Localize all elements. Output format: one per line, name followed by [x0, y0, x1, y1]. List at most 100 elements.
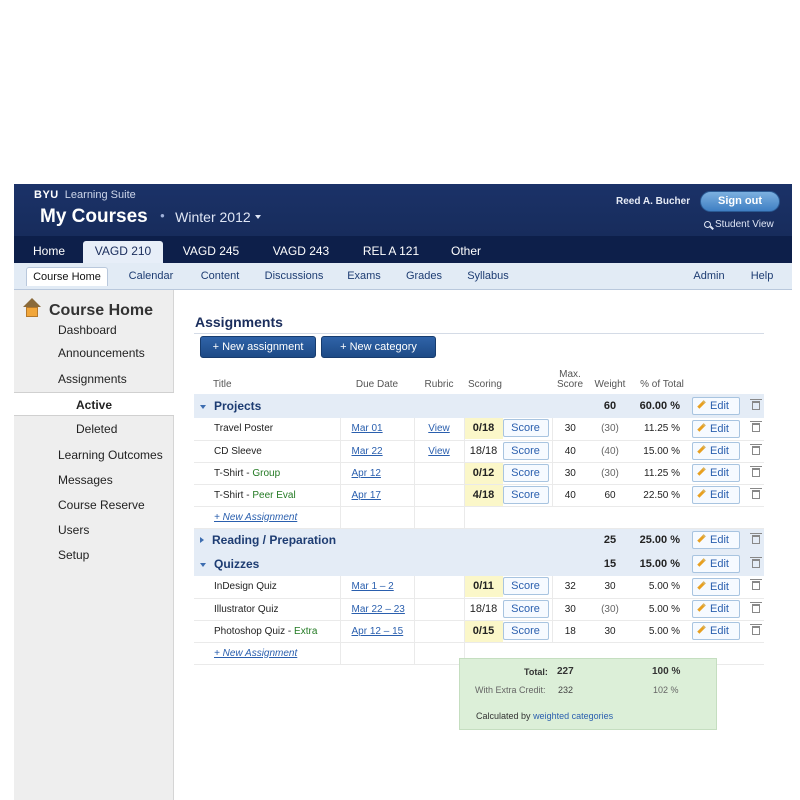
sign-out-button[interactable]: Sign out — [700, 191, 780, 212]
score-button[interactable]: Score — [502, 577, 549, 596]
due-date-link[interactable]: Mar 22 – 23 — [352, 604, 405, 615]
edit-button[interactable]: Edit — [692, 397, 740, 415]
col-rubric: Rubric — [424, 379, 454, 390]
assignment-name: Travel Poster — [214, 423, 274, 435]
category-weight: 25 — [588, 528, 632, 552]
score-button[interactable]: Score — [502, 441, 549, 460]
due-date-link[interactable]: Mar 01 — [352, 423, 383, 434]
assignment-row: T-Shirt - Group Apr 12 0/12 Score 30 (30) 11.2… — [194, 462, 764, 485]
due-date-link[interactable]: Mar 22 — [352, 446, 383, 457]
assignment-title: T-Shirt - Peer Eval — [194, 484, 340, 507]
new-category-button[interactable]: + New category — [321, 336, 436, 358]
due-date-link[interactable]: Mar 1 – 2 — [352, 581, 394, 592]
sidebar-item-deleted[interactable]: Deleted — [14, 417, 174, 441]
due-date-link[interactable]: Apr 17 — [352, 490, 381, 501]
student-view-link[interactable]: Student View — [704, 219, 774, 230]
new-assignment-button[interactable]: + New assignment — [200, 336, 316, 358]
category-percent: 60.00 % — [632, 394, 692, 418]
edit-button[interactable]: Edit — [692, 442, 740, 460]
subnav-help[interactable]: Help — [742, 267, 782, 286]
tab-vagd-243[interactable]: VAGD 243 — [261, 241, 341, 263]
trash-icon[interactable] — [750, 465, 762, 477]
sidebar-item-messages[interactable]: Messages — [58, 473, 113, 487]
due-date-link[interactable]: Apr 12 — [352, 468, 381, 479]
caret-down-icon[interactable] — [200, 563, 206, 567]
subnav-course-home[interactable]: Course Home — [26, 267, 108, 286]
sidebar-item-setup[interactable]: Setup — [58, 548, 89, 562]
score-value: 18/18 — [469, 444, 498, 457]
category-percent: 15.00 % — [632, 552, 692, 576]
max-score: 32 — [551, 576, 588, 599]
subnav-calendar[interactable]: Calendar — [118, 267, 184, 286]
subnav-syllabus[interactable]: Syllabus — [460, 267, 516, 286]
weighted-categories-link[interactable]: weighted categories — [533, 711, 613, 721]
sidebar-item-active[interactable]: Active — [14, 392, 174, 416]
score-button[interactable]: Score — [502, 621, 549, 640]
calculation-note: Calculated by weighted categories — [476, 711, 613, 721]
brand-logo: BYU — [34, 189, 59, 201]
category-row[interactable]: Reading / Preparation 25 25.00 % Edit — [194, 528, 764, 552]
score-button[interactable]: Score — [502, 599, 549, 618]
sidebar-item-dashboard[interactable]: Dashboard — [58, 323, 117, 337]
score-button[interactable]: Score — [502, 485, 549, 504]
subnav-exams[interactable]: Exams — [340, 267, 388, 286]
edit-button[interactable]: Edit — [692, 486, 740, 504]
trash-icon[interactable] — [750, 601, 762, 613]
score-value: 0/15 — [464, 620, 503, 642]
tab-rel-a-121[interactable]: REL A 121 — [351, 241, 431, 263]
edit-button[interactable]: Edit — [692, 531, 740, 550]
edit-label: Edit — [710, 445, 729, 457]
sidebar-item-learning-outcomes[interactable]: Learning Outcomes — [58, 448, 163, 462]
rubric-view-link[interactable]: View — [428, 423, 450, 434]
category-row[interactable]: Quizzes 15 15.00 % Edit — [194, 552, 764, 576]
tab-other[interactable]: Other — [436, 241, 496, 263]
trash-icon[interactable] — [750, 487, 762, 499]
title-separator: • — [160, 208, 165, 223]
sidebar-item-announcements[interactable]: Announcements — [58, 346, 145, 360]
trash-icon[interactable] — [750, 623, 762, 635]
subnav-content[interactable]: Content — [191, 267, 249, 286]
due-date-link[interactable]: Apr 12 – 15 — [352, 626, 404, 637]
score-value: 0/12 — [464, 462, 503, 484]
assignment-weight: 60 — [588, 484, 632, 507]
rubric-view-link[interactable]: View — [428, 446, 450, 457]
sidebar-item-course-reserve[interactable]: Course Reserve — [58, 498, 145, 512]
edit-button[interactable]: Edit — [692, 600, 740, 618]
caret-down-icon[interactable] — [200, 405, 206, 409]
subnav-grades[interactable]: Grades — [398, 267, 450, 286]
sidebar-heading: Course Home — [22, 298, 153, 320]
totals-panel: Total: 227 100 % With Extra Credit: 232 … — [459, 658, 717, 730]
trash-icon[interactable] — [750, 421, 762, 433]
edit-button[interactable]: Edit — [692, 464, 740, 482]
tab-home[interactable]: Home — [20, 241, 78, 263]
trash-icon[interactable] — [750, 398, 762, 410]
term-selector[interactable]: Winter 2012 — [175, 209, 261, 225]
new-assignment-link[interactable]: + New Assignment — [194, 648, 297, 659]
trash-icon[interactable] — [750, 579, 762, 591]
tab-vagd-245[interactable]: VAGD 245 — [171, 241, 251, 263]
assignment-name: CD Sleeve — [214, 445, 262, 457]
trash-icon[interactable] — [750, 532, 762, 544]
edit-button[interactable]: Edit — [692, 577, 740, 596]
category-row[interactable]: Projects 60 60.00 % Edit — [194, 394, 764, 418]
assignment-weight: (30) — [588, 598, 632, 621]
sidebar-item-users[interactable]: Users — [58, 523, 89, 537]
sidebar-item-assignments[interactable]: Assignments — [58, 372, 127, 386]
assignment-title: CD Sleeve — [194, 440, 340, 463]
tab-vagd-210[interactable]: VAGD 210 — [83, 241, 163, 263]
trash-icon[interactable] — [750, 556, 762, 568]
subnav-discussions[interactable]: Discussions — [258, 267, 330, 286]
edit-button[interactable]: Edit — [692, 419, 740, 438]
subnav-admin[interactable]: Admin — [686, 267, 732, 286]
edit-button[interactable]: Edit — [692, 555, 740, 573]
edit-button[interactable]: Edit — [692, 622, 740, 640]
new-assignment-link[interactable]: + New Assignment — [194, 512, 297, 523]
sidebar: Course Home Dashboard Announcements Assi… — [14, 290, 174, 800]
edit-label: Edit — [710, 489, 729, 501]
col-pct-total: % of Total — [640, 379, 684, 390]
caret-right-icon[interactable] — [200, 537, 204, 544]
edit-label: Edit — [710, 467, 729, 479]
trash-icon[interactable] — [750, 443, 762, 455]
score-button[interactable]: Score — [502, 463, 549, 482]
score-button[interactable]: Score — [502, 419, 549, 438]
